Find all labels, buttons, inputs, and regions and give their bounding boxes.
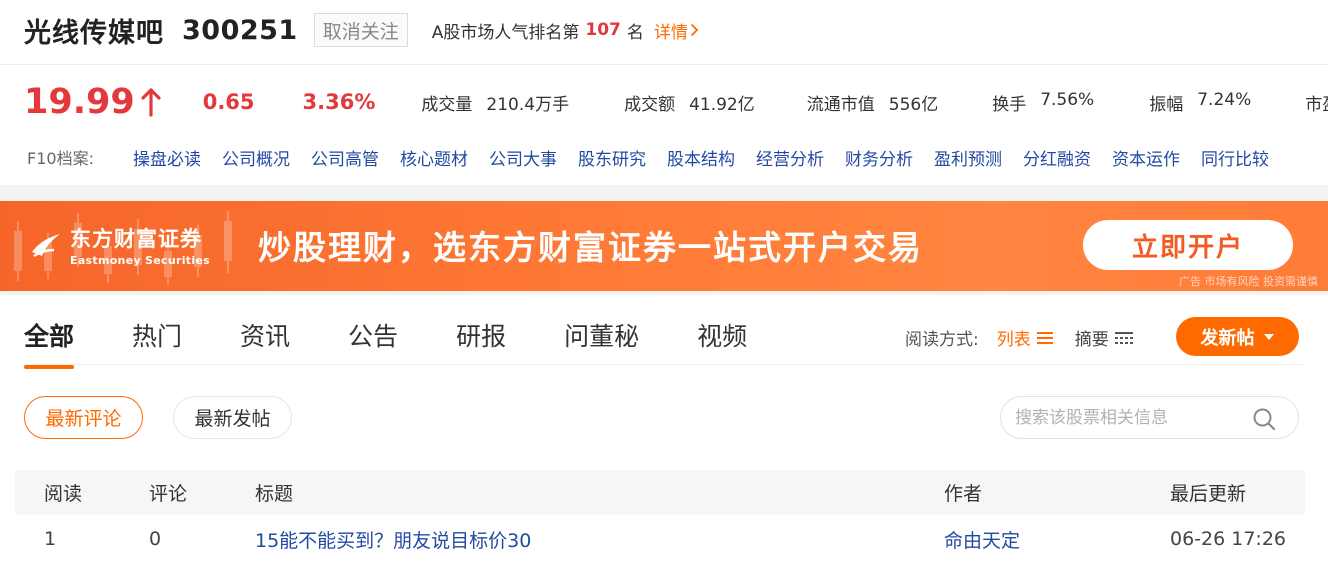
tab-all[interactable]: 全部 <box>24 317 75 369</box>
read-mode-list-label: 列表 <box>996 330 1031 350</box>
metric-volume: 成交量 210.4万手 <box>421 90 569 115</box>
metric-value: 41.92亿 <box>689 94 755 115</box>
price-change: 0.65 <box>202 90 255 114</box>
new-post-button[interactable]: 发新帖 <box>1176 317 1299 356</box>
f10-link-shareholders[interactable]: 股东研究 <box>578 145 646 170</box>
tab-news[interactable]: 资讯 <box>240 317 290 363</box>
f10-link-operations[interactable]: 经营分析 <box>756 145 824 170</box>
f10-link-peer-compare[interactable]: 同行比较 <box>1201 145 1269 170</box>
tab-research[interactable]: 研报 <box>456 317 506 363</box>
header-last-updated: 最后更新 <box>1170 483 1247 505</box>
read-mode-list-button[interactable]: 列表 <box>997 325 1053 350</box>
f10-link-company-profile[interactable]: 公司概况 <box>222 145 290 170</box>
metric-label: 成交量 <box>421 94 473 115</box>
search-input[interactable] <box>1015 407 1245 428</box>
header-divider <box>0 64 1328 65</box>
f10-label: F10档案: <box>27 149 94 168</box>
f10-link-financials[interactable]: 财务分析 <box>845 145 913 170</box>
row-author-link[interactable]: 命由天定 <box>944 517 1020 561</box>
read-mode-summary-button[interactable]: 摘要 <box>1075 325 1133 350</box>
row-post-title-link[interactable]: 15能不能买到？朋友说目标价30 <box>255 517 531 561</box>
read-mode-summary-label: 摘要 <box>1074 330 1109 350</box>
metric-pe: 市盈 <box>1305 90 1328 115</box>
chevron-right-icon <box>690 23 699 37</box>
list-icon <box>1036 331 1053 344</box>
f10-link-dividends[interactable]: 分红融资 <box>1023 145 1091 170</box>
metric-value: 556亿 <box>888 94 939 115</box>
metric-turnover-amount: 成交额 41.92亿 <box>624 90 755 115</box>
open-account-button[interactable]: 立即开户 <box>1083 220 1293 270</box>
brand-logo: 东方财富证券 Eastmoney Securities <box>30 223 210 267</box>
tab-hot[interactable]: 热门 <box>132 317 182 363</box>
metric-value: 7.56% <box>1040 89 1095 110</box>
sort-latest-comment-button[interactable]: 最新评论 <box>24 396 143 439</box>
search-icon[interactable] <box>1252 407 1276 431</box>
category-tabs: 全部 热门 资讯 公告 研报 问董秘 视频 <box>24 317 805 369</box>
caret-down-icon <box>1263 333 1274 340</box>
header-author: 作者 <box>944 483 983 505</box>
quote-row: 19.99 0.65 3.36% 成交量 210.4万手 成交额 41.92亿 … <box>24 80 1328 124</box>
post-table-header: 阅读 评论 标题 作者 最后更新 <box>15 470 1305 515</box>
title-row: 光线传媒吧 300251 取消关注 A股市场人气排名第 107 名 详情 <box>24 10 699 50</box>
rank-detail-link[interactable]: 详情 <box>654 18 699 43</box>
eastmoney-logo-icon <box>32 234 60 258</box>
arrow-up-icon <box>141 87 161 117</box>
rank-detail-label: 详情 <box>653 22 688 43</box>
row-read-count: 1 <box>44 528 57 550</box>
popularity-rank: A股市场人气排名第 107 名 <box>432 18 644 43</box>
metric-amplitude: 振幅 7.24% <box>1149 90 1251 115</box>
metric-label: 成交额 <box>624 94 676 115</box>
rank-suffix: 名 <box>626 22 644 43</box>
brand-name-en: Eastmoney Securities <box>70 254 211 267</box>
f10-link-capital-ops[interactable]: 资本运作 <box>1112 145 1180 170</box>
brand-name-cn: 东方财富证券 <box>70 226 202 251</box>
f10-link-company-events[interactable]: 公司大事 <box>489 145 557 170</box>
read-mode-switch: 阅读方式: 列表 摘要 <box>905 325 1133 350</box>
summary-icon <box>1114 331 1133 344</box>
stock-name: 光线传媒吧 <box>24 17 164 49</box>
rank-prefix: A股市场人气排名第 <box>431 22 580 43</box>
metric-value: 7.24% <box>1197 89 1252 110</box>
f10-link-earnings-forecast[interactable]: 盈利预测 <box>934 145 1002 170</box>
tab-video[interactable]: 视频 <box>697 317 747 363</box>
header-title: 标题 <box>255 483 294 505</box>
new-post-label: 发新帖 <box>1200 327 1255 349</box>
row-last-updated: 06-26 17:26 <box>1170 528 1287 550</box>
banner-slogan: 炒股理财，选东方财富证券一站式开户交易 <box>258 228 923 267</box>
f10-link-executives[interactable]: 公司高管 <box>311 145 379 170</box>
metric-label: 市盈 <box>1305 94 1328 115</box>
stock-header: 光线传媒吧 300251 取消关注 A股市场人气排名第 107 名 详情 19.… <box>0 0 1328 185</box>
f10-nav: F10档案: 操盘必读 公司概况 公司高管 核心题材 公司大事 股东研究 股本结… <box>27 144 1290 170</box>
metric-turnover-rate: 换手 7.56% <box>992 90 1094 115</box>
f10-link-share-structure[interactable]: 股本结构 <box>667 145 735 170</box>
metric-label: 振幅 <box>1149 94 1184 115</box>
metric-value: 210.4万手 <box>486 94 570 115</box>
unfollow-button[interactable]: 取消关注 <box>313 13 408 47</box>
rank-number: 107 <box>585 20 621 40</box>
current-price: 19.99 <box>24 82 135 122</box>
row-comment-count: 0 <box>149 528 162 550</box>
f10-link-core-themes[interactable]: 核心题材 <box>400 145 468 170</box>
stock-code: 300251 <box>182 14 298 46</box>
price-change-percent: 3.36% <box>302 90 376 114</box>
header-comment: 评论 <box>149 483 188 505</box>
tabs-divider <box>24 364 1304 365</box>
f10-link-trading-guide[interactable]: 操盘必读 <box>133 145 201 170</box>
ad-disclaimer: 广告 市场有风险 投资需谨慎 <box>1179 275 1318 288</box>
metric-label: 换手 <box>992 94 1027 115</box>
header-read: 阅读 <box>44 483 83 505</box>
metric-label: 流通市值 <box>806 94 875 115</box>
forum-panel: 全部 热门 资讯 公告 研报 问董秘 视频 阅读方式: 列表 摘要 发新帖 最新… <box>0 295 1328 561</box>
stock-search-box <box>1000 396 1299 439</box>
brand-text: 东方财富证券 Eastmoney Securities <box>70 223 210 267</box>
table-row: 1 0 15能不能买到？朋友说目标价30 命由天定 06-26 17:26 <box>15 517 1305 561</box>
sort-latest-post-button[interactable]: 最新发帖 <box>173 396 292 439</box>
tab-announcements[interactable]: 公告 <box>348 317 398 363</box>
metric-float-market-cap: 流通市值 556亿 <box>807 90 938 115</box>
read-mode-label: 阅读方式: <box>905 330 979 350</box>
tab-ask-secretary[interactable]: 问董秘 <box>564 317 639 363</box>
